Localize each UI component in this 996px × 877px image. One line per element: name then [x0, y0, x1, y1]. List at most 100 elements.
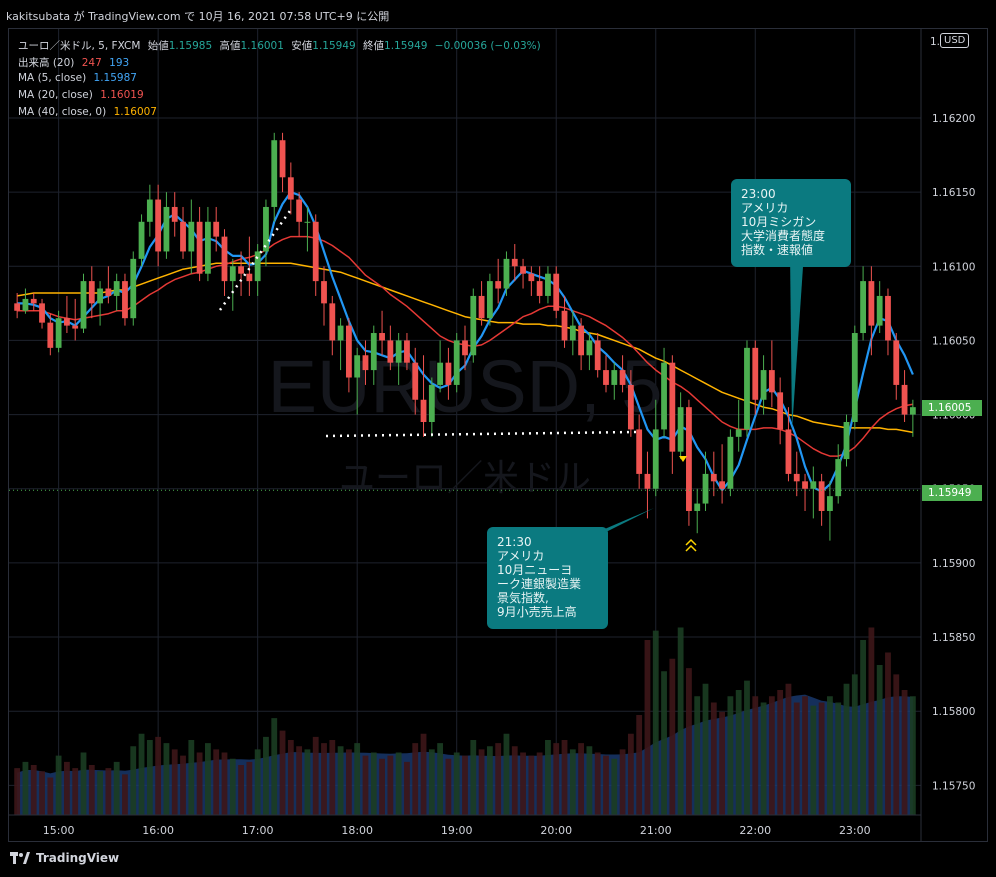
volume-bar	[196, 752, 203, 815]
tradingview-brand[interactable]: TradingView	[10, 851, 119, 865]
currency-badge[interactable]: USD	[940, 33, 970, 48]
volume-bar	[528, 755, 535, 815]
volume-bar	[777, 690, 784, 815]
volume-bar	[404, 761, 410, 815]
volume-bar	[47, 777, 54, 815]
volume-bar	[694, 696, 701, 815]
candle-down	[72, 325, 79, 329]
candle-up	[661, 362, 667, 430]
volume-bar	[229, 758, 236, 815]
volume-bar	[901, 690, 908, 815]
candle-down	[478, 295, 485, 319]
candle-up	[55, 318, 62, 348]
volume-bar	[603, 755, 609, 815]
candle-up	[428, 384, 435, 422]
chart-canvas[interactable]: EURUSD, 5 ユーロ／米ドル 1.162001.161501.161001…	[0, 0, 996, 877]
volume-bar	[180, 755, 186, 815]
candle-up	[486, 281, 493, 319]
price-axis-partial-label: 1.	[930, 36, 941, 48]
time-tick-label: 16:00	[142, 824, 174, 837]
callout-2130-line-2: 10月ニューヨ	[497, 563, 573, 577]
volume-bar	[686, 668, 692, 815]
legend-ma5: MA (5, close) 1.15987	[18, 72, 141, 84]
volume-bar	[254, 749, 261, 815]
volume-bar	[146, 740, 153, 815]
volume-bar	[80, 752, 87, 815]
volume-bar	[72, 768, 79, 815]
price-tick-label: 1.16200	[932, 113, 975, 125]
candle-up	[97, 288, 103, 304]
candle-up	[909, 407, 916, 415]
candle-down	[669, 362, 676, 452]
legend-low-label: 安値	[291, 40, 313, 52]
candle-up	[545, 273, 551, 296]
volume-bar	[553, 743, 560, 815]
candle-up	[395, 340, 402, 363]
volume-bar	[652, 630, 659, 815]
callout-2130-line-3: ーク連銀製造業	[497, 577, 582, 591]
volume-bar	[279, 730, 286, 815]
candle-up	[611, 370, 618, 385]
support-line-dotted	[325, 430, 637, 438]
volume-bar	[337, 746, 344, 815]
callout-2300: 23:00 アメリカ 10月ミシガン 大学消費者態度 指数・速報値	[731, 179, 851, 267]
callout-2130-pointer	[600, 508, 654, 531]
volume-bar	[636, 715, 643, 815]
volume-bar	[345, 749, 352, 815]
time-tick-label: 18:00	[341, 824, 373, 837]
candle-down	[122, 281, 128, 319]
volume-bar	[669, 658, 676, 815]
candle-down	[520, 266, 526, 274]
volume-bar	[802, 696, 808, 815]
candle-down	[155, 199, 162, 252]
candle-down	[196, 221, 203, 274]
legend-ma20-value: 1.16019	[100, 89, 144, 101]
candle-down	[362, 355, 369, 371]
callout-2130-line-4: 景気指数,	[497, 591, 549, 605]
price-tick-label: 1.16050	[932, 335, 975, 347]
volume-bar	[818, 702, 825, 815]
volume-bar	[163, 743, 170, 815]
volume-bar	[744, 680, 750, 815]
candle-down	[793, 473, 800, 482]
volume-bar	[569, 749, 576, 815]
time-tick-label: 20:00	[540, 824, 572, 837]
candle-up	[876, 295, 883, 326]
candle-down	[420, 399, 427, 422]
candle-up	[860, 281, 866, 334]
candle-up	[827, 496, 833, 511]
candle-down	[404, 340, 410, 363]
candle-up	[204, 221, 211, 274]
volume-bar	[835, 702, 842, 815]
volume-bar	[478, 749, 485, 815]
callout-2300-line-1: アメリカ	[741, 201, 789, 215]
candle-down	[578, 325, 585, 356]
volume-bar	[64, 761, 70, 815]
candle-down	[710, 473, 717, 482]
legend-volume-value-1: 247	[81, 57, 102, 69]
callout-2300-pointer	[790, 252, 804, 430]
volume-bar	[354, 743, 361, 815]
legend-high: 1.16001	[240, 40, 284, 52]
candle-up	[652, 429, 659, 489]
volume-bar	[843, 683, 850, 815]
volume-bar	[155, 736, 162, 815]
candle-down	[321, 281, 327, 304]
price-tick-label: 1.15800	[932, 706, 975, 718]
candle-down	[511, 258, 518, 267]
volume-bar	[312, 736, 319, 815]
candle-down	[14, 303, 21, 311]
price-tick-label: 1.15750	[932, 780, 975, 792]
candle-down	[387, 340, 394, 363]
volume-bar	[138, 733, 145, 815]
candle-up	[810, 481, 817, 489]
callout-2300-line-3: 大学消費者態度	[741, 229, 826, 243]
volume-bar	[329, 740, 336, 815]
candle-down	[105, 288, 112, 296]
candle-down	[287, 177, 294, 200]
candle-down	[636, 429, 643, 474]
legend-low: 1.15949	[312, 40, 356, 52]
candle-down	[528, 273, 535, 282]
legend-ma40-label: MA (40, close, 0)	[18, 106, 107, 118]
volume-bar	[644, 640, 651, 815]
